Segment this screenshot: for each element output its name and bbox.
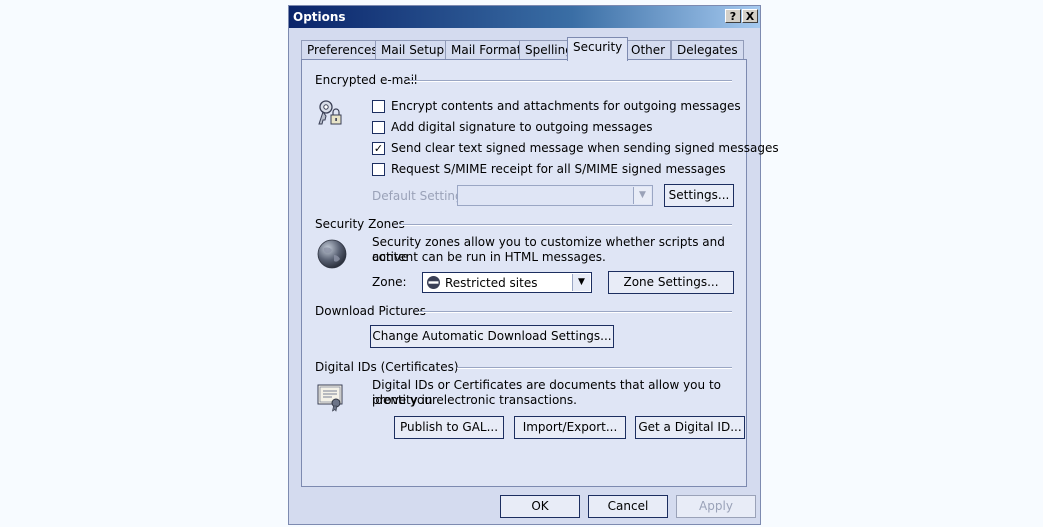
add-signature-label: Add digital signature to outgoing messag… [391,120,653,134]
digital-ids-description-line2: identity in electronic transactions. [372,393,577,407]
default-setting-dropdown[interactable]: ▼ [457,185,653,206]
smime-receipt-label: Request S/MIME receipt for all S/MIME si… [391,162,726,176]
certificate-icon [317,384,343,412]
zones-description-line2: content can be run in HTML messages. [372,250,606,264]
digital-ids-title: Digital IDs (Certificates) [315,360,459,374]
clear-text-signed-checkbox[interactable]: ✓ [372,141,385,155]
publish-to-gal-button[interactable]: Publish to GAL... [394,416,504,439]
get-digital-id-button[interactable]: Get a Digital ID... [635,416,745,439]
encrypt-contents-checkbox[interactable] [372,99,385,113]
smime-receipt-option[interactable]: Request S/MIME receipt for all S/MIME si… [372,161,726,177]
zone-dropdown[interactable]: Restricted sites ▼ [422,272,592,293]
globe-icon [317,239,347,269]
download-separator [418,311,732,313]
change-download-settings-button[interactable]: Change Automatic Download Settings... [370,325,614,348]
smime-receipt-checkbox[interactable] [372,162,385,176]
tab-mail-setup[interactable]: Mail Setup [375,40,451,60]
import-export-button[interactable]: Import/Export... [514,416,626,439]
ok-button[interactable]: OK [500,495,580,518]
zones-separator [400,224,732,226]
clear-text-signed-option[interactable]: ✓ Send clear text signed message when se… [372,140,779,156]
cancel-button[interactable]: Cancel [588,495,668,518]
security-zones-title: Security Zones [315,217,405,231]
dialog-title: Options [293,10,346,24]
tab-preferences[interactable]: Preferences [301,40,384,60]
settings-button[interactable]: Settings... [664,184,734,207]
security-panel: Encrypted e-mail Encrypt contents and at… [301,59,779,487]
tab-security[interactable]: Security [567,37,629,61]
help-button[interactable]: ? [725,9,741,23]
zone-value: Restricted sites [445,276,538,290]
tab-other[interactable]: Other [625,40,672,60]
add-signature-checkbox[interactable] [372,120,385,134]
key-lock-icon [318,100,342,125]
tab-mail-format[interactable]: Mail Format [445,40,528,60]
close-button[interactable]: X [742,9,758,23]
add-signature-option[interactable]: Add digital signature to outgoing messag… [372,119,653,135]
tab-delegates[interactable]: Delegates [671,40,744,60]
title-bar[interactable]: Options ? X [289,6,760,28]
chevron-down-icon[interactable]: ▼ [572,274,590,291]
encrypted-separator [407,80,732,82]
zone-label: Zone: [372,275,407,289]
encrypt-contents-label: Encrypt contents and attachments for out… [391,99,741,113]
options-dialog: Options ? X Preferences Mail Setup Mail … [288,5,779,525]
clear-text-signed-label: Send clear text signed message when send… [391,141,779,155]
apply-button[interactable]: Apply [676,495,756,518]
restricted-zone-icon [427,276,440,289]
download-pictures-title: Download Pictures [315,304,426,318]
default-setting-label: Default Setting: [372,189,467,203]
chevron-down-icon: ▼ [633,187,651,204]
digital-ids-separator [457,367,732,369]
encrypted-email-title: Encrypted e-mail [315,73,418,87]
encrypt-contents-option[interactable]: Encrypt contents and attachments for out… [372,98,741,114]
zone-settings-button[interactable]: Zone Settings... [608,271,734,294]
